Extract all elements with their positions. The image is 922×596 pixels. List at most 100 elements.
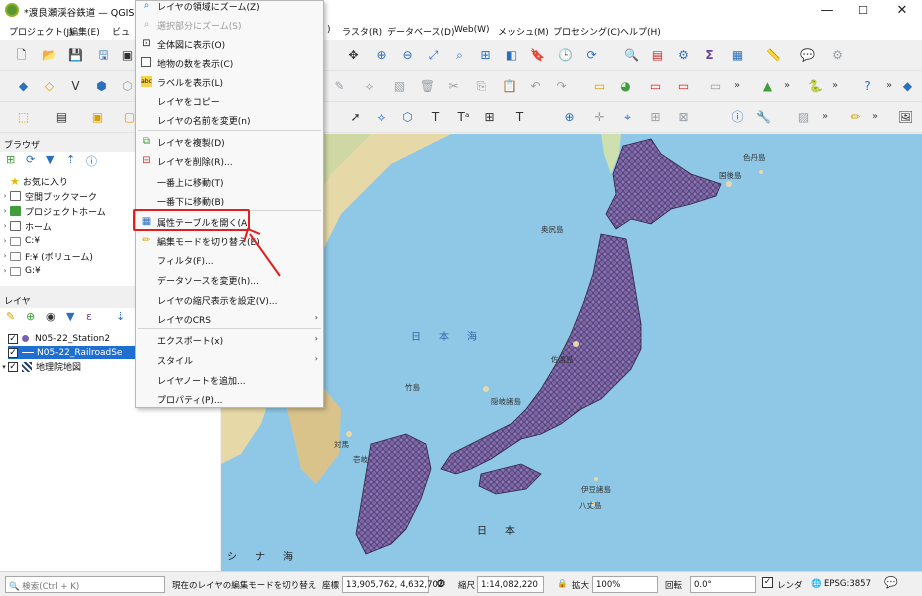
toolbar-more-2[interactable]: » — [784, 80, 790, 91]
menu-mesh[interactable]: メッシュ(M) — [498, 25, 549, 38]
help-contents-icon[interactable]: ? — [858, 77, 877, 96]
layer-railroad[interactable]: ✓ N05-22_RailroadSe — [8, 346, 135, 359]
menu-database[interactable]: データベース(D) — [387, 25, 455, 38]
maximize-button[interactable]: ☐ — [845, 0, 881, 22]
magnifier-spinbox[interactable]: 100% — [592, 576, 658, 593]
menu-edit[interactable]: 編集(E) — [69, 25, 100, 38]
text-style-icon[interactable]: Tᵃ — [454, 108, 473, 127]
delete-gray-icon[interactable]: 🗑 — [418, 77, 437, 96]
menu-remove-layer[interactable]: ⊟ レイヤを削除(R)... — [136, 151, 323, 170]
filter-icon[interactable]: ▼ — [46, 153, 54, 166]
image-icon[interactable]: 🖼 — [896, 108, 915, 127]
browser-item-home[interactable]: › ホーム — [0, 219, 52, 233]
menu-filter[interactable]: フィルタ(F)... — [136, 250, 323, 269]
layer-gsi-checkbox[interactable]: ✓ — [8, 361, 18, 372]
diagram-icon[interactable]: ◕ — [616, 77, 635, 96]
select-features-icon[interactable]: ⬚ — [14, 108, 33, 127]
menu-help[interactable]: ヘルプ(H) — [620, 25, 661, 38]
map-canvas[interactable]: 日本海 日本 シナ海 色丹島 国後島 奥尻島 佐渡島 隠岐諸島 竹島 対馬 壱岐… — [221, 134, 922, 571]
menu-view[interactable]: ビュ — [112, 25, 130, 38]
globe-icon[interactable]: 🌐 — [811, 579, 822, 589]
layer-railroad-checkbox[interactable]: ✓ — [8, 347, 18, 358]
messages-icon[interactable]: 💬 — [884, 576, 898, 589]
label-toolbar-icon[interactable]: ▭ — [590, 77, 609, 96]
menu-project[interactable]: プロジェクト(J) — [9, 25, 73, 38]
snap-gray-icon[interactable]: ⊠ — [674, 108, 693, 127]
toolbar-more-4[interactable]: » — [886, 80, 892, 91]
refresh-icon[interactable]: ⟳ — [582, 46, 601, 65]
toolbar-more-3[interactable]: » — [832, 80, 838, 91]
zoom-layer-toolbar-icon[interactable]: ⌕ — [450, 46, 469, 65]
menu-set-scale-visibility[interactable]: レイヤの縮尺表示を設定(V)... — [136, 290, 323, 309]
form-annotation-icon[interactable]: ⊞ — [480, 108, 499, 127]
digitize-gray-icon[interactable]: ✎ — [330, 77, 349, 96]
pan-map-icon[interactable]: ✥ — [344, 46, 363, 65]
browser-item-spatial-bookmarks[interactable]: › 空間ブックマーク — [0, 189, 97, 203]
browser-item-project-home[interactable]: › プロジェクトホーム — [0, 204, 106, 218]
expand-all-icon[interactable]: ⇣ — [116, 310, 125, 323]
add-selected-icon[interactable]: ⊞ — [6, 153, 15, 166]
menu-layer-crs[interactable]: レイヤのCRS › — [136, 309, 323, 328]
identify-features-icon[interactable]: 🔍 — [622, 46, 641, 65]
data-source-manager-icon[interactable]: ◆ — [14, 77, 33, 96]
save-project-icon[interactable]: 💾 — [66, 46, 85, 65]
layer-gsi-map[interactable]: ▾ ✓ 地理院地図 — [0, 360, 135, 373]
statistics-sigma-icon[interactable]: Σ — [700, 46, 719, 65]
copy-gray-icon[interactable]: ⎘ — [472, 77, 491, 96]
zoom-native-icon[interactable]: ⊞ — [476, 46, 495, 65]
layer-station-checkbox[interactable]: ✓ — [8, 333, 18, 344]
plugins-gray-icon[interactable]: ⚙ — [828, 46, 847, 65]
save-edits-gray-icon[interactable]: ▧ — [390, 77, 409, 96]
zoom-last-icon[interactable]: ◧ — [502, 46, 521, 65]
annotation-icon[interactable]: 💬 — [798, 46, 817, 65]
measure-icon[interactable]: 📏 — [764, 46, 783, 65]
menu-web[interactable]: Web(W) — [454, 25, 490, 35]
close-button[interactable]: ✕ — [884, 0, 920, 22]
pattern-gray-icon[interactable]: ▨ — [794, 108, 813, 127]
expression-filter-icon[interactable]: ε — [86, 310, 92, 323]
minimize-button[interactable]: — — [809, 0, 845, 22]
menu-rename-layer[interactable]: レイヤの名前を変更(n) — [136, 110, 323, 129]
pin-label-icon[interactable]: ▭ — [646, 77, 665, 96]
style-manager-icon[interactable]: ✎ — [6, 310, 15, 323]
toolbar-more-1[interactable]: » — [734, 80, 740, 91]
hide-label-icon[interactable]: ▭ — [674, 77, 693, 96]
layer-station[interactable]: ✓ N05-22_Station2 — [8, 332, 135, 345]
menu-move-to-top[interactable]: 一番上に移動(T) — [136, 172, 323, 191]
zoom-in-icon[interactable]: ⊕ — [372, 46, 391, 65]
scale-combobox[interactable]: 1:14,082,220 — [477, 576, 544, 593]
browser-refresh-icon[interactable]: ⟳ — [26, 153, 35, 166]
add-wms-icon[interactable]: ⬢ — [92, 77, 111, 96]
vertex-tool-icon[interactable]: ⟡ — [372, 108, 391, 127]
redo-gray-icon[interactable]: ↷ — [552, 77, 571, 96]
node-tool-icon[interactable]: ⬡ — [398, 108, 417, 127]
menu-show-feature-count[interactable]: 地物の数を表示(C) — [136, 53, 323, 72]
visibility-eye-icon[interactable]: ◉ — [46, 310, 56, 323]
extents-toggle-icon[interactable]: ⚙ — [436, 577, 446, 590]
new-bookmark-icon[interactable]: 🔖 — [528, 46, 547, 65]
gps-icon[interactable]: ⊕ — [560, 108, 579, 127]
menu-export[interactable]: エクスポート(x) › — [136, 330, 323, 349]
grid-gray-icon[interactable]: ⊞ — [646, 108, 665, 127]
render-checkbox[interactable]: ✓ — [762, 577, 773, 588]
add-vector-icon[interactable]: ◇ — [40, 77, 59, 96]
settings-gear-icon[interactable]: ⚙ — [674, 46, 693, 65]
menu-zoom-to-selection[interactable]: ⌕ 選択部分にズーム(S) — [136, 15, 323, 34]
browser-item-c-drive[interactable]: › C:¥ — [0, 234, 40, 248]
open-project-icon[interactable]: 📂 — [40, 46, 59, 65]
deselect-icon[interactable]: ▣ — [88, 108, 107, 127]
menu-add-layer-notes[interactable]: レイヤノートを追加... — [136, 370, 323, 389]
toolbar-more-6[interactable]: » — [872, 111, 878, 122]
paste-gray-icon[interactable]: 📋 — [500, 77, 519, 96]
save-as-icon[interactable]: 🖫 — [94, 46, 113, 65]
browser-item-f-drive[interactable]: › F:¥ (ボリューム) — [0, 249, 93, 263]
browser-item-favorites[interactable]: ★ お気に入り — [0, 174, 68, 188]
menu-copy-layer[interactable]: レイヤをコピー — [136, 91, 323, 110]
menu-properties[interactable]: プロパティ(P)... — [136, 389, 323, 408]
text-annotation-icon[interactable]: T — [426, 108, 445, 127]
filter-legend-icon[interactable]: ▼ — [66, 310, 74, 323]
add-group-icon[interactable]: ⊕ — [26, 310, 35, 323]
locator-search-input[interactable]: 🔍 検索(Ctrl + K) — [5, 576, 165, 593]
temporal-icon[interactable]: 🕒 — [556, 46, 575, 65]
new-project-icon[interactable]: 🗋 — [12, 46, 31, 65]
